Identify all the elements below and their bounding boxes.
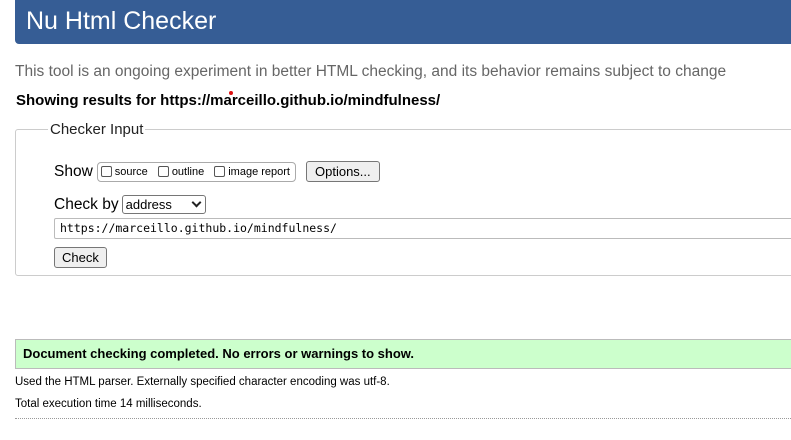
show-options-group: source outline image report: [96, 161, 296, 182]
execution-time: Total execution time 14 milliseconds.: [15, 398, 202, 410]
check-by-row: Check by address: [54, 195, 206, 214]
parser-note: Used the HTML parser. Externally specifi…: [15, 376, 390, 388]
app-header: Nu Html Checker: [15, 0, 791, 44]
source-label: source: [114, 165, 148, 178]
check-by-value: address: [125, 197, 172, 212]
tagline: This tool is an ongoing experiment in be…: [15, 63, 727, 80]
success-message: Document checking completed. No errors o…: [15, 339, 791, 369]
showing-results-heading: Showing results for https://marceillo.gi…: [16, 92, 441, 109]
check-button[interactable]: Check: [54, 247, 107, 268]
check-by-label: Check by: [54, 195, 119, 213]
app-title: Nu Html Checker: [26, 7, 217, 35]
show-label: Show: [54, 162, 93, 180]
options-button[interactable]: Options...: [306, 161, 380, 182]
option-source[interactable]: source: [100, 165, 148, 178]
option-image-report[interactable]: image report: [214, 166, 290, 178]
image-report-label: image report: [228, 165, 290, 178]
image-report-checkbox[interactable]: [214, 166, 226, 177]
check-by-select[interactable]: address: [121, 195, 206, 214]
option-outline[interactable]: outline: [157, 165, 205, 178]
divider: [15, 418, 791, 419]
show-options-row: Show source outline image report Options…: [54, 161, 380, 182]
chevron-down-icon: [191, 197, 202, 208]
cursor-dot: [229, 91, 233, 95]
outline-checkbox[interactable]: [157, 166, 169, 177]
url-input[interactable]: https://marceillo.github.io/mindfulness/: [54, 218, 791, 239]
source-checkbox[interactable]: [100, 166, 112, 177]
checker-input-legend: Checker Input: [50, 121, 144, 138]
outline-label: outline: [171, 165, 205, 178]
